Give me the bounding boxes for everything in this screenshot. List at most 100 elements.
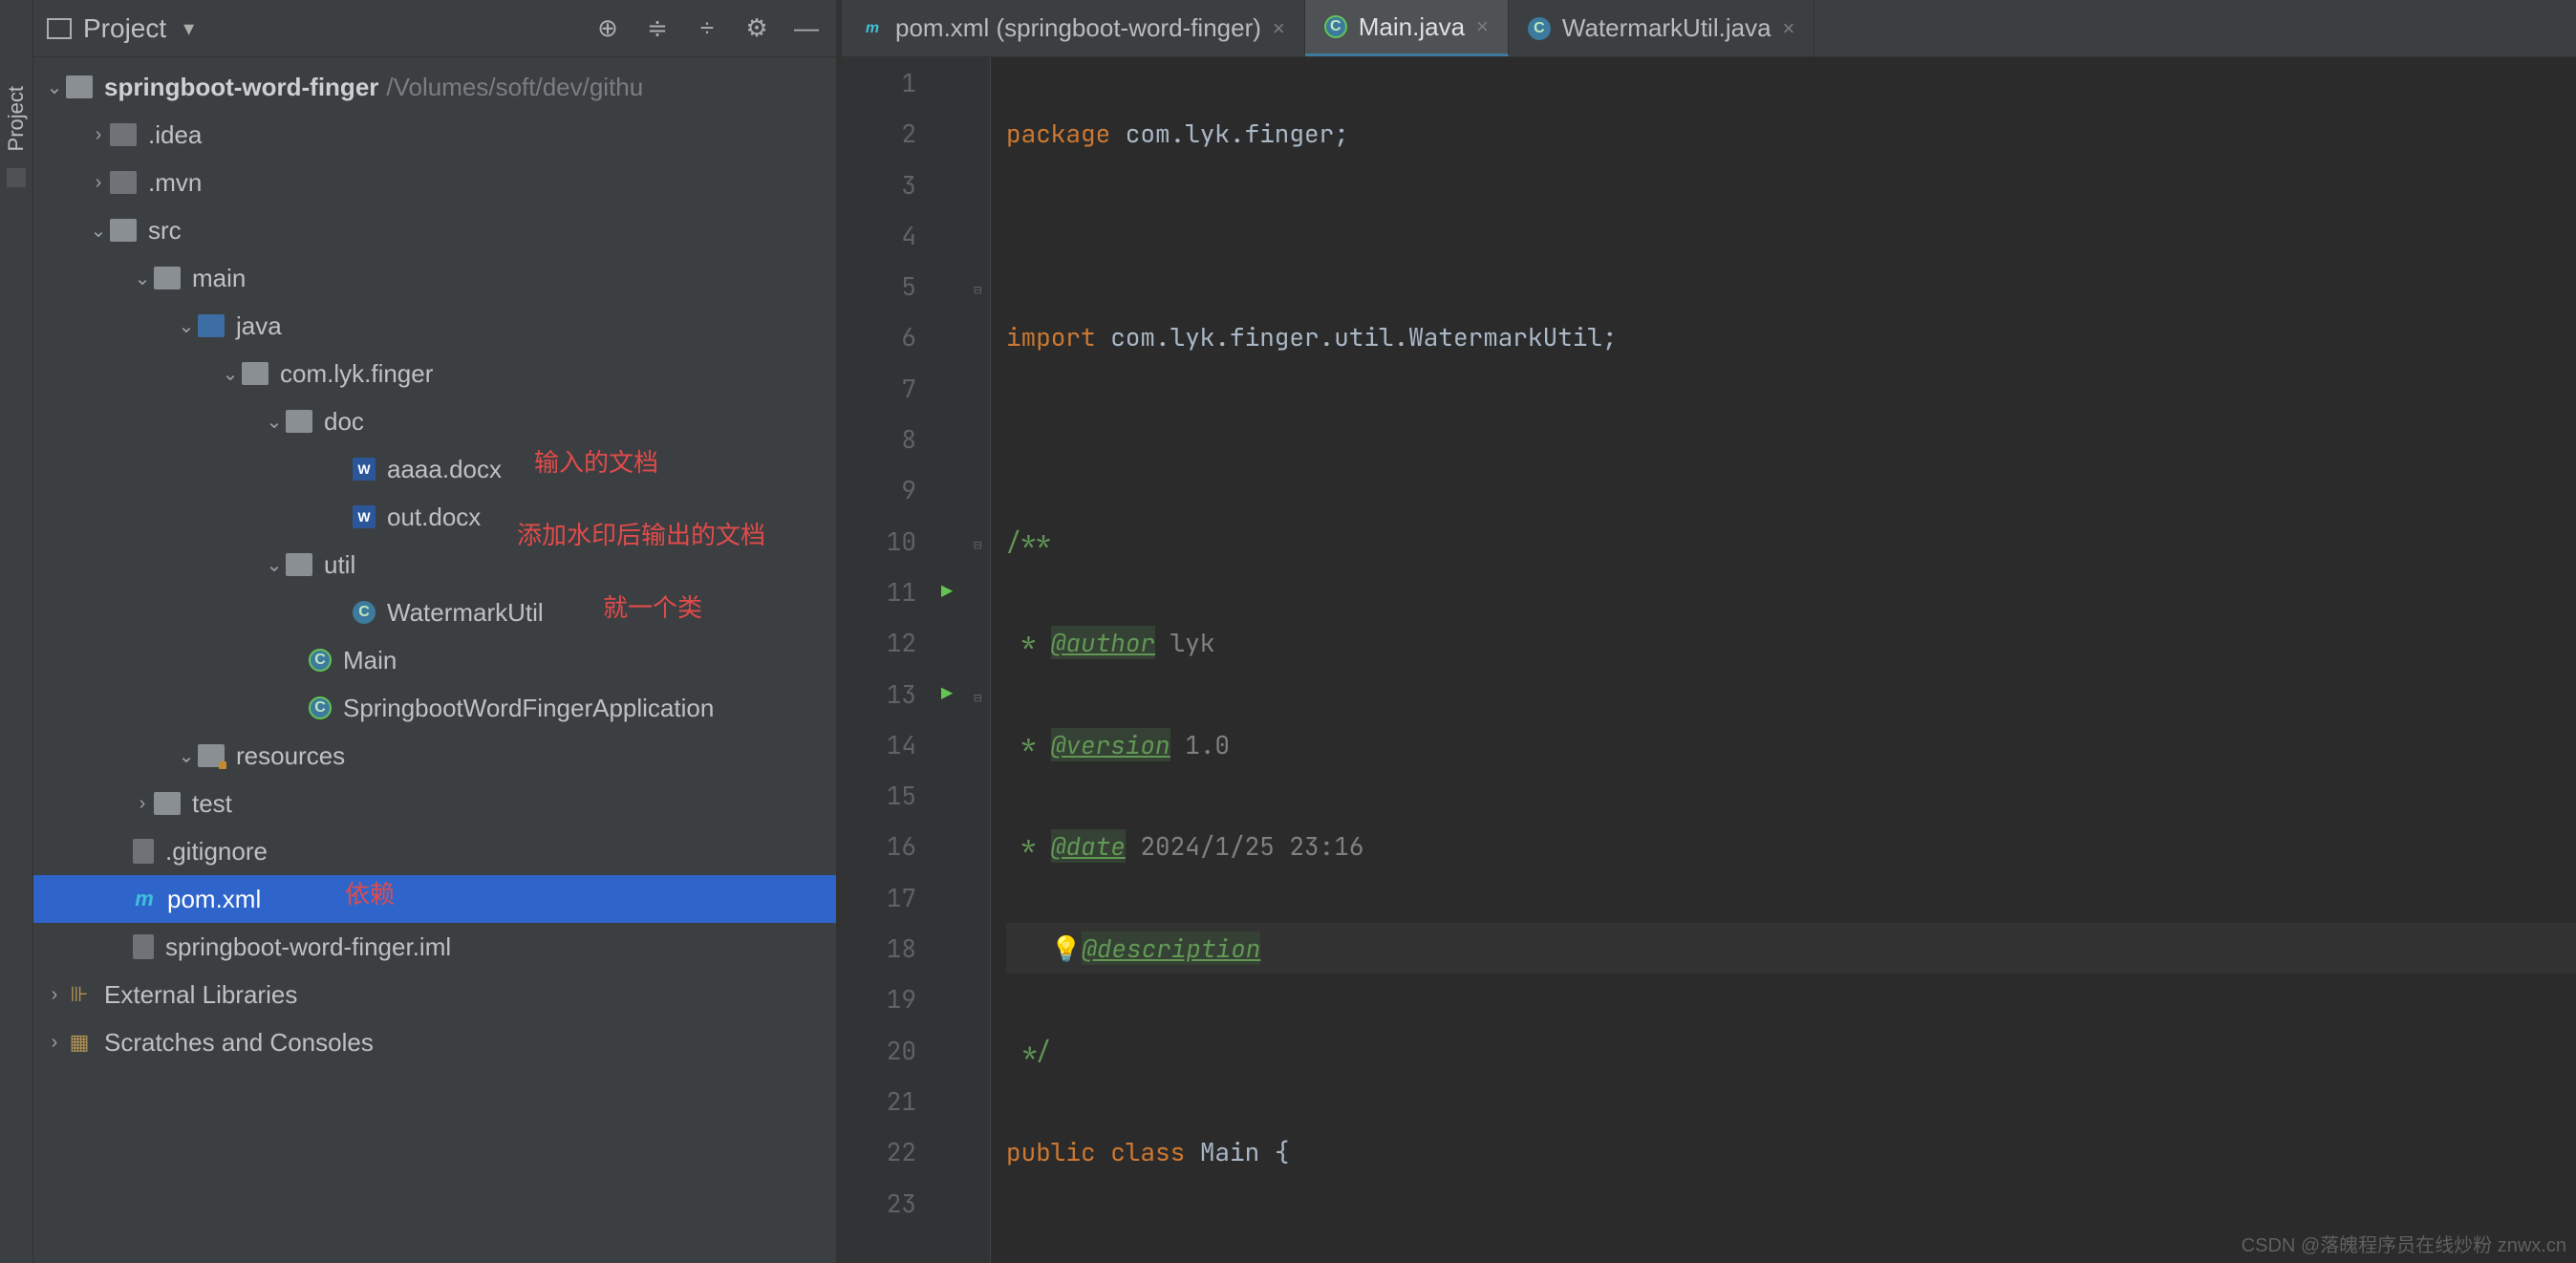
collapse-all-icon[interactable]: ÷ <box>691 12 723 45</box>
tab-label: Main.java <box>1359 12 1465 42</box>
tree-item-doc[interactable]: doc <box>33 397 836 445</box>
close-icon[interactable]: × <box>1476 14 1489 39</box>
tab-watermark[interactable]: C WatermarkUtil.java × <box>1509 0 1815 56</box>
code-token: @description <box>1082 931 1260 965</box>
code-token: lyk <box>1155 626 1214 659</box>
word-icon: W <box>353 505 376 528</box>
package-icon <box>286 410 312 433</box>
project-sidebar: Project ▾ ⊕ ≑ ÷ ⚙ — springboot-word-fing… <box>33 0 836 1263</box>
gear-icon[interactable]: ⚙ <box>741 12 773 45</box>
runnable-class-icon: C <box>309 649 332 672</box>
tab-label: WatermarkUtil.java <box>1562 13 1771 43</box>
tree-label: main <box>192 264 246 293</box>
fold-open-icon[interactable]: ⊟ <box>974 674 981 724</box>
tool-window-bar[interactable]: Project <box>0 0 33 1263</box>
module-icon <box>66 75 93 98</box>
tree-item-watermarkutil[interactable]: CWatermarkUtil <box>33 589 836 636</box>
run-gutter[interactable]: ▶ ▶ <box>934 57 972 1263</box>
tab-main[interactable]: C Main.java × <box>1305 0 1509 56</box>
tree-label: out.docx <box>387 503 481 532</box>
code-token: /** <box>1006 524 1051 558</box>
tree-item-main[interactable]: main <box>33 254 836 302</box>
text-file-icon <box>133 839 154 864</box>
code-editor[interactable]: 1234567891011121314151617181920212223 ▶ … <box>842 57 2576 1263</box>
tree-item-java[interactable]: java <box>33 302 836 350</box>
runnable-class-icon: C <box>309 696 332 719</box>
hide-icon[interactable]: — <box>790 12 823 45</box>
sidebar-title[interactable]: Project <box>83 13 166 44</box>
code-token: * <box>1006 728 1051 761</box>
code-token <box>1006 931 1051 965</box>
run-line-icon[interactable]: ▶ <box>941 567 953 617</box>
code-token: com.lyk.finger.util.WatermarkUtil <box>1096 320 1602 353</box>
folder-icon <box>110 171 137 194</box>
libraries-icon: ⊪ <box>66 983 93 1006</box>
code-content[interactable]: package com.lyk.finger; import com.lyk.f… <box>991 57 2576 1263</box>
tree-item-pom[interactable]: mpom.xml <box>33 875 836 923</box>
code-token: @author <box>1051 626 1155 659</box>
tree-item-src[interactable]: src <box>33 206 836 254</box>
run-line-icon[interactable]: ▶ <box>941 669 953 719</box>
close-icon[interactable]: × <box>1273 16 1285 41</box>
project-tool-label[interactable]: Project <box>4 86 29 151</box>
fold-gutter[interactable]: ⊟ ⊟ ⊟ <box>972 57 991 1263</box>
tree-label: java <box>236 311 282 341</box>
intention-bulb-icon[interactable]: 💡 <box>1051 931 1082 965</box>
tree-label: resources <box>236 741 345 771</box>
close-icon[interactable]: × <box>1783 16 1795 41</box>
package-icon <box>286 553 312 576</box>
class-run-icon: C <box>1324 15 1347 38</box>
tab-pom[interactable]: m pom.xml (springboot-word-finger) × <box>842 0 1305 56</box>
tree-item-resources[interactable]: resources <box>33 732 836 780</box>
code-token: package <box>1006 117 1110 150</box>
tree-label: doc <box>324 407 364 437</box>
tree-label: WatermarkUtil <box>387 598 544 628</box>
tree-label: util <box>324 550 355 580</box>
maven-icon: m <box>861 17 884 40</box>
code-token: * <box>1006 626 1051 659</box>
tree-item-scratch[interactable]: ▦Scratches and Consoles <box>33 1018 836 1066</box>
tree-item-pkg[interactable]: com.lyk.finger <box>33 350 836 397</box>
code-token: { <box>1259 1135 1289 1168</box>
tree-item-app[interactable]: CSpringbootWordFingerApplication <box>33 684 836 732</box>
tree-root[interactable]: springboot-word-finger /Volumes/soft/dev… <box>33 63 836 111</box>
editor-tabs: m pom.xml (springboot-word-finger) × C M… <box>842 0 2576 57</box>
tree-item-mainclass[interactable]: CMain <box>33 636 836 684</box>
tree-label: springboot-word-finger <box>104 73 378 102</box>
package-icon <box>242 362 268 385</box>
tree-label: pom.xml <box>167 885 261 914</box>
fold-close-icon[interactable]: ⊟ <box>974 521 981 571</box>
tree-item-gitignore[interactable]: .gitignore <box>33 827 836 875</box>
project-view-icon[interactable] <box>47 18 72 39</box>
tree-label: External Libraries <box>104 980 297 1010</box>
code-token: import <box>1006 320 1096 353</box>
tree-path: /Volumes/soft/dev/githu <box>386 73 643 102</box>
code-token: */ <box>1006 1034 1051 1067</box>
code-token: public class <box>1006 1135 1200 1168</box>
tree-item-mvn[interactable]: .mvn <box>33 159 836 206</box>
project-dropdown-icon[interactable]: ▾ <box>183 16 194 41</box>
tree-item-util[interactable]: util <box>33 541 836 589</box>
structure-icon[interactable] <box>7 168 26 187</box>
tree-item-test[interactable]: test <box>33 780 836 827</box>
project-tree[interactable]: springboot-word-finger /Volumes/soft/dev… <box>33 57 836 1263</box>
code-token: Main <box>1200 1135 1259 1168</box>
tree-label: .idea <box>148 120 202 150</box>
tab-label: pom.xml (springboot-word-finger) <box>895 13 1261 43</box>
fold-open-icon[interactable]: ⊟ <box>974 266 981 316</box>
tree-item-iml[interactable]: springboot-word-finger.iml <box>33 923 836 971</box>
tree-item-idea[interactable]: .idea <box>33 111 836 159</box>
expand-all-icon[interactable]: ≑ <box>641 12 674 45</box>
code-token: * <box>1006 829 1051 863</box>
tree-item-out[interactable]: Wout.docx <box>33 493 836 541</box>
tree-label: aaaa.docx <box>387 455 502 484</box>
tree-item-aaaa[interactable]: Waaaa.docx <box>33 445 836 493</box>
code-token: 2024/1/25 23:16 <box>1126 829 1364 863</box>
folder-icon <box>110 123 137 146</box>
code-token: com.lyk.finger <box>1110 117 1334 150</box>
line-number-gutter[interactable]: 1234567891011121314151617181920212223 <box>842 57 934 1263</box>
folder-icon <box>110 219 137 242</box>
locate-icon[interactable]: ⊕ <box>591 12 624 45</box>
tree-item-extlib[interactable]: ⊪ External Libraries <box>33 971 836 1018</box>
sources-folder-icon <box>198 314 225 337</box>
